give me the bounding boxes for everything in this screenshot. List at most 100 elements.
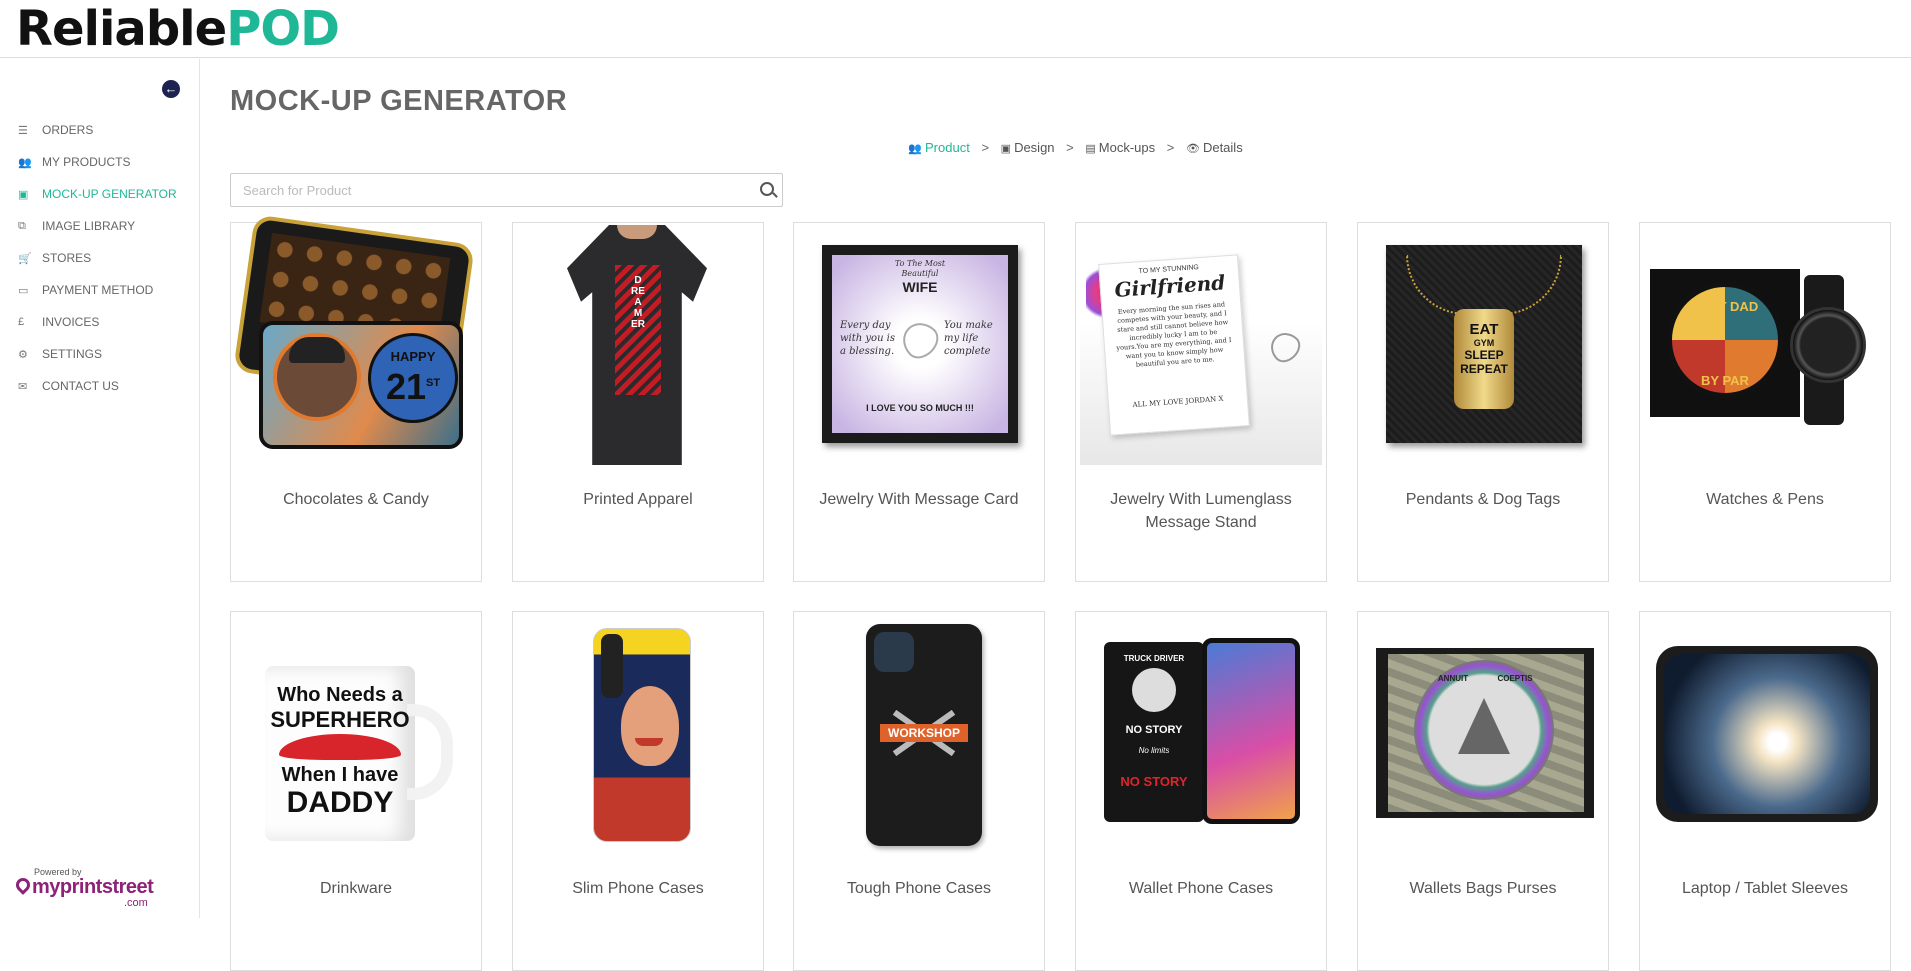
users-icon: 👥	[908, 143, 922, 155]
product-card-drinkware[interactable]: Who Needs a SUPERHERO When I have DADDY …	[230, 611, 482, 971]
product-card-watches-pens[interactable]: BEST DAD BY PAR Watches & Pens	[1639, 222, 1891, 582]
watch-art-line-2: BY PAR	[1701, 373, 1749, 388]
product-image: ANNUIT COEPTIS	[1362, 614, 1604, 854]
product-card-jewelry-lumenglass[interactable]: TO MY STUNNING Girlfriend Every morning …	[1075, 222, 1327, 582]
product-image: HAPPY 21ST	[235, 218, 477, 465]
product-label: Jewelry With Lumenglass Message Stand	[1110, 491, 1292, 531]
sidebar-item-label: STORES	[42, 251, 92, 265]
product-image: To The Most Beautiful WIFE Every day wit…	[798, 225, 1040, 465]
card-bottom-text: I LOVE YOU SO MUCH !!!	[866, 403, 974, 413]
product-card-printed-apparel[interactable]: DREAMER Printed Apparel	[512, 222, 764, 582]
card-line-1: To The Most	[894, 259, 946, 268]
powered-brand: myprintstreet	[32, 876, 154, 898]
collapse-sidebar-icon[interactable]: ←	[162, 80, 180, 98]
sidebar-item-label: INVOICES	[42, 315, 100, 329]
logo-part-2: POD	[226, 1, 340, 57]
tshirt-art-text: DREAMER	[631, 275, 645, 330]
product-card-wallet-phone-cases[interactable]: TRUCK DRIVER NO STORY No limits NO STORY…	[1075, 611, 1327, 971]
sidebar-item-stores[interactable]: 🛒 STORES	[0, 242, 200, 274]
sidebar-item-settings[interactable]: ⚙ SETTINGS	[0, 338, 200, 370]
breadcrumb-label: Mock-ups	[1098, 140, 1156, 155]
stand-sign: ALL MY LOVE JORDAN X	[1132, 394, 1224, 410]
sidebar-item-label: CONTACT US	[42, 379, 119, 393]
page-title: MOCK-UP GENERATOR	[230, 85, 568, 117]
wallet-case-line-2: NO STORY	[1125, 724, 1183, 736]
sidebar-item-contact-us[interactable]: ✉ CONTACT US	[0, 370, 200, 402]
chocolate-art-num: 21	[385, 366, 426, 407]
sidebar-item-label: PAYMENT METHOD	[42, 283, 154, 297]
sidebar-item-image-library[interactable]: ⧉ IMAGE LIBRARY	[0, 210, 200, 242]
sidebar-item-label: IMAGE LIBRARY	[42, 219, 136, 233]
eye-icon: 👁	[1185, 143, 1200, 155]
wallet-case-line-1: TRUCK DRIVER	[1123, 654, 1185, 663]
top-bar: ReliablePOD	[0, 0, 1911, 58]
wallet-case-line-4: NO STORY	[1120, 774, 1188, 789]
product-label: Wallet Phone Cases	[1128, 880, 1274, 897]
breadcrumb-product[interactable]: 👥 Product	[908, 140, 970, 155]
product-label: Pendants & Dog Tags	[1405, 491, 1561, 508]
watch-art-line-1: BEST DAD	[1691, 299, 1759, 314]
product-card-jewelry-message-card[interactable]: To The Most Beautiful WIFE Every day wit…	[793, 222, 1045, 582]
product-label: Slim Phone Cases	[572, 880, 704, 897]
card-left-text: Every day with you is a blessing.	[840, 320, 896, 357]
product-card-laptop-tablet-sleeves[interactable]: Laptop / Tablet Sleeves	[1639, 611, 1891, 971]
product-label: Printed Apparel	[583, 491, 693, 508]
tag-line-1: EAT	[1469, 321, 1499, 338]
sidebar-nav: ☰ ORDERS 👥 MY PRODUCTS ▣ MOCK-UP GENERATOR …	[0, 114, 200, 402]
list-icon: ☰	[18, 124, 28, 137]
reliablepod-logo[interactable]: ReliablePOD	[16, 1, 340, 57]
breadcrumb-separator: >	[1166, 140, 1175, 155]
sidebar-item-orders[interactable]: ☰ ORDERS	[0, 114, 200, 146]
breadcrumb-label: Design	[1014, 140, 1055, 155]
product-card-tough-phone-cases[interactable]: WORKSHOP Tough Phone Cases	[793, 611, 1045, 971]
product-card-wallets-bags-purses[interactable]: ANNUIT COEPTIS Wallets Bags Purses	[1357, 611, 1609, 971]
product-image	[1644, 614, 1886, 854]
sidebar-item-payment-method[interactable]: ▭ PAYMENT METHOD	[0, 274, 200, 306]
sidebar-item-label: MOCK-UP GENERATOR	[42, 187, 177, 201]
card-line-3: WIFE	[902, 279, 938, 295]
product-image	[517, 614, 759, 854]
envelope-icon: ✉	[18, 380, 28, 393]
search-input[interactable]	[231, 174, 741, 206]
image-icon: ▣	[18, 188, 29, 201]
sidebar-item-invoices[interactable]: £ INVOICES	[0, 306, 200, 338]
product-image: Who Needs a SUPERHERO When I have DADDY	[235, 614, 477, 854]
product-image: BEST DAD BY PAR	[1644, 225, 1886, 465]
product-image: WORKSHOP	[798, 614, 1040, 854]
product-card-pendants-dog-tags[interactable]: EAT GYM SLEEP REPEAT Pendants & Dog Tags	[1357, 222, 1609, 582]
wallet-line-2: COEPTIS	[1497, 674, 1533, 683]
sidebar-item-my-products[interactable]: 👥 MY PRODUCTS	[0, 146, 200, 178]
map-pin-icon	[13, 875, 33, 895]
search-icon[interactable]	[760, 182, 774, 196]
tough-case-text: WORKSHOP	[880, 724, 968, 742]
card-right-text: You make my life complete	[944, 320, 993, 357]
chocolate-art-text: HAPPY	[390, 349, 436, 364]
chocolate-art-sup: ST	[425, 377, 441, 389]
product-label: Wallets Bags Purses	[1409, 880, 1557, 897]
product-image: TO MY STUNNING Girlfriend Every morning …	[1080, 225, 1322, 465]
product-label: Laptop / Tablet Sleeves	[1681, 880, 1849, 897]
pound-icon: £	[18, 316, 25, 328]
breadcrumb-mock-ups[interactable]: ▤ Mock-ups	[1085, 140, 1155, 155]
breadcrumb-details[interactable]: 👁 Details	[1186, 140, 1243, 155]
powered-by-logo[interactable]: Powered by myprintstreet .com	[13, 867, 176, 911]
breadcrumb-label: Details	[1202, 140, 1243, 155]
breadcrumb: 👥 Product > ▣ Design > ▤ Mock-ups > 👁 Detail…	[200, 140, 1911, 155]
users-icon: 👥	[18, 156, 32, 169]
sidebar-item-mock-up-generator[interactable]: ▣ MOCK-UP GENERATOR	[0, 178, 200, 210]
product-label: Tough Phone Cases	[846, 880, 992, 897]
wallet-case-line-3: No limits	[1138, 746, 1170, 755]
copy-icon: ⧉	[18, 219, 26, 232]
mug-line-1: Who Needs a	[277, 684, 403, 706]
product-label: Chocolates & Candy	[283, 491, 429, 508]
breadcrumb-label: Product	[925, 140, 970, 155]
breadcrumb-separator: >	[1066, 140, 1074, 155]
tag-line-3: SLEEP	[1464, 348, 1504, 362]
mug-line-3: When I have	[281, 764, 399, 786]
product-search	[230, 173, 783, 207]
product-label: Watches & Pens	[1706, 491, 1824, 508]
product-image: EAT GYM SLEEP REPEAT	[1362, 225, 1604, 465]
breadcrumb-design[interactable]: ▣ Design	[1001, 140, 1055, 155]
product-card-chocolates-candy[interactable]: HAPPY 21ST Chocolates & Candy	[230, 218, 482, 582]
product-card-slim-phone-cases[interactable]: Slim Phone Cases	[512, 611, 764, 971]
